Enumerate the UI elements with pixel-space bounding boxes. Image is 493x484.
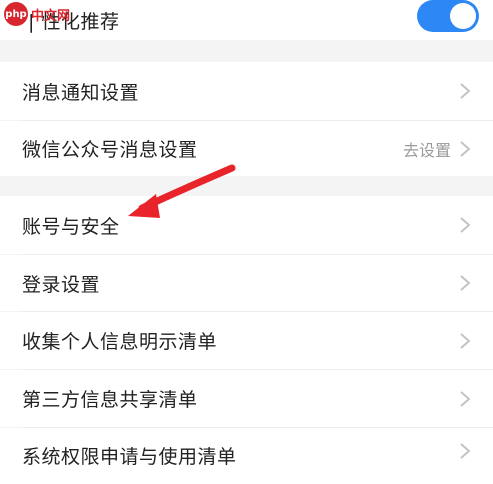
notifications-label: 消息通知设置 — [22, 81, 140, 104]
third-party-list-row[interactable]: 第三方信息共享清单 — [0, 370, 493, 427]
permission-list-row[interactable]: 系统权限申请与使用清单 — [0, 428, 493, 484]
chevron-right-icon — [460, 332, 471, 349]
chevron-right-icon — [460, 83, 471, 99]
chevron-right-icon — [460, 140, 471, 157]
watermark-badge: php — [4, 2, 28, 26]
personal-info-list-row[interactable]: 收集个人信息明示清单 — [0, 312, 493, 369]
personalized-row: | 性化推荐 — [0, 0, 493, 40]
toggle-knob — [450, 3, 476, 29]
watermark-logo: php 中文网 — [4, 2, 70, 26]
third-party-list-label: 第三方信息共享清单 — [22, 389, 198, 411]
personalized-toggle[interactable] — [417, 0, 479, 32]
wechat-official-row[interactable]: 微信公众号消息设置 去设置 — [0, 121, 493, 176]
notifications-row[interactable]: 消息通知设置 — [0, 62, 493, 120]
chevron-right-icon — [460, 443, 471, 459]
wechat-official-label: 微信公众号消息设置 — [22, 139, 198, 161]
account-security-label: 账号与安全 — [22, 215, 120, 238]
wechat-official-action: 去设置 — [402, 140, 451, 160]
login-settings-row[interactable]: 登录设置 — [0, 255, 493, 311]
chevron-right-icon — [460, 390, 471, 407]
chevron-right-icon — [460, 217, 471, 233]
personal-info-list-label: 收集个人信息明示清单 — [22, 331, 218, 353]
login-settings-label: 登录设置 — [22, 273, 101, 296]
watermark-text: 中文网 — [31, 8, 71, 24]
chevron-right-icon — [460, 275, 471, 291]
account-security-row[interactable]: 账号与安全 — [0, 196, 493, 254]
